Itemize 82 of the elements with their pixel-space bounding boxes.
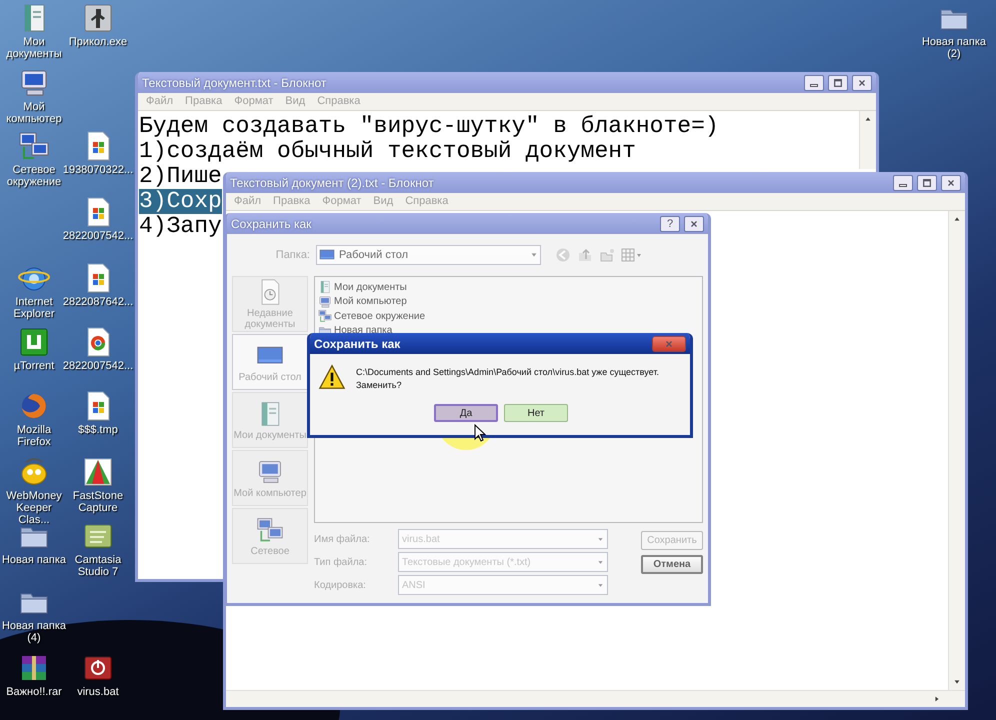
- field-value: Текстовые документы (*.txt): [402, 556, 532, 570]
- dialog-button[interactable]: Да: [434, 404, 498, 422]
- field-value: virus.bat: [402, 532, 441, 546]
- icon-label: virus.bat: [77, 686, 119, 698]
- message-text: C:\Documents and Settings\Admin\Рабочий стол\virus.bat уже существует. Заменить?: [356, 366, 659, 392]
- icon-label: µTorrent: [14, 360, 54, 372]
- minimize-icon: [810, 84, 818, 86]
- minimize-button[interactable]: [804, 74, 824, 90]
- place-label: Сетевое: [250, 546, 290, 556]
- icon-label: 1938070322...: [62, 164, 134, 176]
- maximize-button[interactable]: [828, 74, 848, 90]
- app-tile-icon[interactable]: [18, 326, 50, 358]
- window-title: Текстовый документ (2).txt - Блокнот: [230, 174, 435, 192]
- icon-label: FastStone Capture: [72, 490, 124, 514]
- field-label: Папка:: [274, 248, 310, 263]
- menu-item[interactable]: Формат: [316, 193, 368, 210]
- menu-item[interactable]: Справка: [311, 93, 366, 110]
- text-line: 1)создаём обычный текстовый документ: [139, 139, 636, 164]
- icon-label: 2822087642...: [62, 296, 134, 308]
- place-label: Рабочий стол: [238, 372, 302, 382]
- minimize-icon: [899, 184, 907, 186]
- caret-icon: [530, 251, 538, 259]
- icon-label: Важно!!.rar: [6, 686, 62, 698]
- scrollbar[interactable]: [226, 690, 965, 707]
- window-title: Текстовый документ.txt - Блокнот: [142, 74, 328, 92]
- menu-item[interactable]: Формат: [228, 93, 280, 110]
- menu-item[interactable]: Справка: [399, 193, 454, 210]
- program-icon[interactable]: [82, 2, 114, 34]
- close-icon: [946, 178, 956, 188]
- scrollbar[interactable]: [859, 111, 876, 169]
- scrollbar[interactable]: [948, 211, 965, 690]
- fan-icon[interactable]: [82, 456, 114, 488]
- field-label: Имя файла:: [314, 532, 371, 546]
- close-button[interactable]: [652, 336, 686, 352]
- scroll-down-arrow-icon[interactable]: [953, 678, 961, 686]
- maximize-icon: [833, 78, 843, 88]
- icon-label: Camtasia Studio 7: [74, 554, 122, 578]
- field-label: Тип файла:: [314, 556, 368, 570]
- network-computers-icon[interactable]: [18, 130, 50, 162]
- scroll-up-arrow-icon[interactable]: [953, 215, 961, 223]
- icon-label: Мои документы: [5, 36, 63, 60]
- close-icon: [689, 218, 699, 228]
- scroll-up-arrow-icon[interactable]: [864, 115, 872, 123]
- close-button[interactable]: [941, 174, 961, 190]
- dropdown-value: Рабочий стол: [339, 248, 410, 263]
- scroll-right-arrow-icon[interactable]: [933, 695, 941, 703]
- caret-icon: [597, 558, 604, 566]
- menu-item[interactable]: Правка: [267, 193, 316, 210]
- field-value: ANSI: [402, 578, 426, 592]
- icon-label: Новая папка (4): [0, 620, 68, 644]
- window-title: Сохранить как: [231, 216, 312, 232]
- warning-icon: [318, 364, 346, 390]
- text-line: 4)Запу: [139, 214, 222, 239]
- icon-label: 2822007542...: [62, 230, 134, 242]
- icon-label: Новая папка: [2, 554, 66, 566]
- icon-label: $$$.tmp: [78, 424, 118, 436]
- field-label: Кодировка:: [314, 578, 367, 592]
- icon-label: Прикол.exe: [68, 36, 128, 48]
- icon-label: WebMoney Keeper Clas...: [5, 490, 63, 526]
- text-line: Будем создавать "вирус-шутку" в блакноте=): [139, 114, 719, 139]
- menu-item[interactable]: Вид: [367, 193, 400, 210]
- menu-item[interactable]: Вид: [279, 93, 312, 110]
- place-label: Мои документы: [234, 430, 306, 440]
- icon-label: Новая папка (2): [920, 36, 988, 60]
- maximize-button[interactable]: [917, 174, 937, 190]
- minimize-button[interactable]: [893, 174, 913, 190]
- icon-label: 2822007542...: [62, 360, 134, 372]
- close-icon: [664, 338, 674, 348]
- place-label: Недавние документы: [244, 308, 296, 330]
- text-line: 2)Пише: [139, 164, 222, 189]
- close-button[interactable]: [852, 74, 872, 90]
- close-icon: [857, 78, 867, 88]
- icon-label: Мой компьютер: [5, 101, 63, 125]
- icon-label: Mozilla Firefox: [16, 424, 52, 448]
- caret-icon: [597, 536, 604, 542]
- place-label: Мой компьютер: [234, 488, 306, 498]
- menu-item[interactable]: Файл: [140, 93, 180, 110]
- window-title: Сохранить как: [314, 336, 402, 352]
- menu-item[interactable]: Правка: [179, 93, 228, 110]
- dialog-button[interactable]: Нет: [504, 404, 568, 422]
- maximize-icon: [922, 178, 932, 188]
- menu-item[interactable]: Файл: [228, 193, 268, 210]
